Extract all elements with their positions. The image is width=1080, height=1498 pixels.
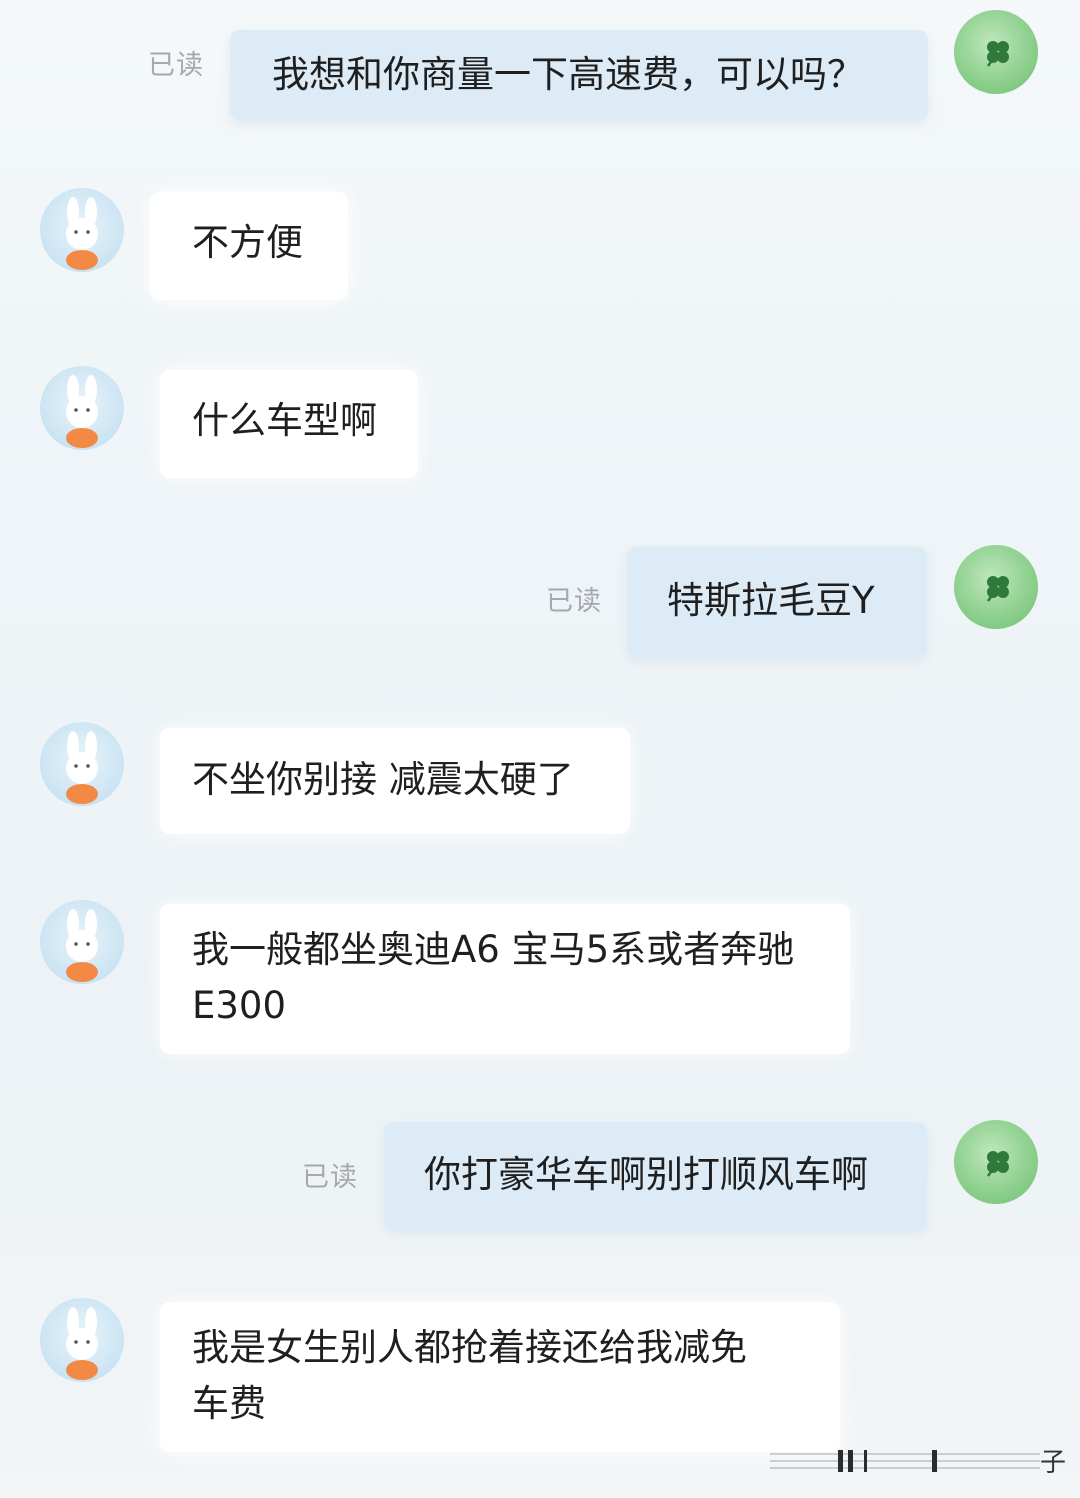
message-text-line: E300	[192, 984, 286, 1027]
message-bubble-incoming[interactable]: 什么车型啊	[160, 370, 418, 478]
read-status-label: 已读	[546, 586, 602, 617]
message-bubble-outgoing[interactable]: 我想和你商量一下高速费，可以吗？	[230, 30, 928, 120]
clover-avatar-icon[interactable]	[954, 1120, 1038, 1204]
bunny-avatar-icon[interactable]	[40, 900, 124, 984]
watermark: 子	[770, 1446, 1066, 1478]
read-status-label: 已读	[148, 50, 204, 81]
read-status-label: 已读	[302, 1162, 358, 1193]
message-text-line: 我一般都坐奥迪A6 宝马5系或者奔驰	[192, 928, 795, 971]
clover-avatar-icon[interactable]	[954, 545, 1038, 629]
message-bubble-incoming[interactable]: 我一般都坐奥迪A6 宝马5系或者奔驰 E300	[160, 904, 850, 1054]
message-bubble-outgoing[interactable]: 你打豪华车啊别打顺风车啊	[384, 1122, 927, 1230]
message-text-line: 车费	[192, 1382, 266, 1425]
bunny-avatar-icon[interactable]	[40, 188, 124, 272]
message-bubble-incoming[interactable]: 不方便	[150, 192, 348, 300]
message-text: 你打豪华车啊别打顺风车啊	[424, 1153, 868, 1196]
message-bubble-incoming[interactable]: 我是女生别人都抢着接还给我减免 车费	[160, 1302, 840, 1452]
clover-avatar-icon[interactable]	[954, 10, 1038, 94]
message-bubble-incoming[interactable]: 不坐你别接 减震太硬了	[160, 728, 630, 834]
message-bubble-outgoing[interactable]: 特斯拉毛豆Y	[627, 547, 927, 657]
bunny-avatar-icon[interactable]	[40, 1298, 124, 1382]
bunny-avatar-icon[interactable]	[40, 722, 124, 806]
watermark-text: 子	[1040, 1448, 1067, 1478]
message-text: 什么车型啊	[192, 399, 377, 442]
message-text-line: 我是女生别人都抢着接还给我减免	[192, 1326, 747, 1369]
message-text: 不方便	[192, 221, 303, 264]
bunny-avatar-icon[interactable]	[40, 366, 124, 450]
message-text: 我想和你商量一下高速费，可以吗？	[272, 53, 864, 96]
message-text: 不坐你别接 减震太硬了	[192, 758, 574, 801]
message-text: 特斯拉毛豆Y	[667, 579, 875, 622]
